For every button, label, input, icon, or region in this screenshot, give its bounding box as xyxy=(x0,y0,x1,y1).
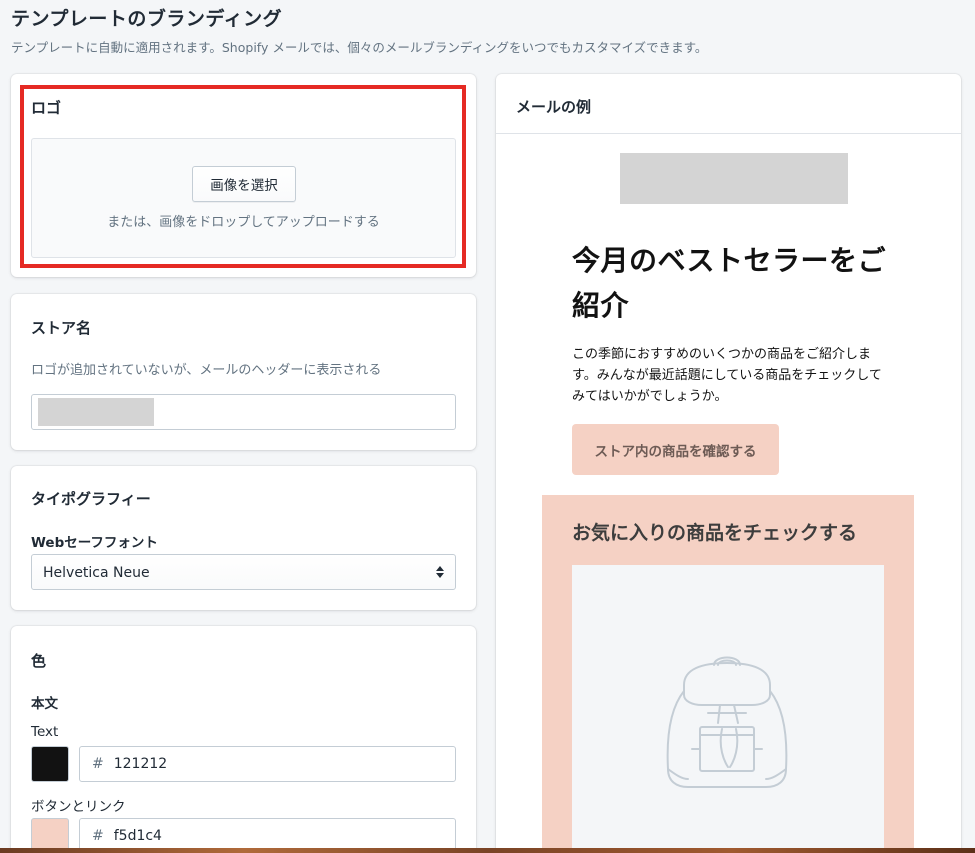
drop-hint: または、画像をドロップしてアップロードする xyxy=(107,215,380,230)
color-heading: 色 xyxy=(31,652,47,670)
page-header: テンプレートのブランディング テンプレートに自動に適用されます。Shopify … xyxy=(11,4,707,56)
font-select-value: Helvetica Neue xyxy=(43,565,150,581)
store-name-card: ストア名 ロゴが追加されていないが、メールのヘッダーに表示される xyxy=(11,294,476,450)
hash-prefix: # xyxy=(92,756,104,772)
preview-logo-placeholder xyxy=(620,153,848,204)
featured-title: お気に入りの商品をチェックする xyxy=(572,522,858,544)
store-name-heading: ストア名 xyxy=(31,319,92,337)
redacted-store-name xyxy=(38,398,154,426)
store-name-help: ロゴが追加されていないが、メールのヘッダーに表示される xyxy=(31,363,382,378)
font-select[interactable]: Helvetica Neue xyxy=(31,554,456,590)
text-color-input[interactable]: #121212 xyxy=(79,746,456,782)
store-name-input[interactable] xyxy=(31,394,456,430)
preview-body: この季節におすすめのいくつかの商品をご紹介します。みんなが最近話題にしている商品… xyxy=(572,347,882,404)
typography-heading: タイポグラフィー xyxy=(31,490,151,508)
button-color-label: ボタンとリンク xyxy=(31,799,126,815)
bottom-strip xyxy=(0,848,975,853)
color-card: 色 本文 Text #121212 ボタンとリンク # f5d1c4 xyxy=(11,626,476,853)
featured-section: お気に入りの商品をチェックする xyxy=(542,495,914,853)
select-image-button[interactable]: 画像を選択 xyxy=(192,166,296,202)
text-color-label: Text xyxy=(31,724,59,740)
preview-header: メールの例 xyxy=(496,74,961,134)
product-image xyxy=(572,565,884,853)
preview-cta-button: ストア内の商品を確認する xyxy=(572,424,779,475)
select-arrows-icon xyxy=(436,566,444,578)
font-label: Webセーフフォント xyxy=(31,535,158,551)
logo-dropzone[interactable]: 画像を選択 または、画像をドロップしてアップロードする xyxy=(31,138,456,258)
page-subtitle: テンプレートに自動に適用されます。Shopify メールでは、個々のメールブラン… xyxy=(11,40,708,55)
text-color-swatch[interactable] xyxy=(31,746,69,782)
preview-headline: 今月のベストセラーをご紹介 xyxy=(572,244,887,322)
backpack-icon xyxy=(666,656,788,788)
body-section-label: 本文 xyxy=(31,696,58,712)
button-color-value: f5d1c4 xyxy=(113,828,162,844)
email-preview-card: メールの例 今月のベストセラーをご紹介 この季節におすすめのいくつかの商品をご紹… xyxy=(496,74,961,853)
page-title: テンプレートのブランディング xyxy=(11,8,283,30)
typography-card: タイポグラフィー Webセーフフォント Helvetica Neue xyxy=(11,466,476,610)
logo-card: ロゴ 画像を選択 または、画像をドロップしてアップロードする xyxy=(11,74,476,277)
logo-heading: ロゴ xyxy=(31,99,62,117)
preview-heading: メールの例 xyxy=(516,98,592,116)
text-color-value: 121212 xyxy=(113,756,168,772)
hash-prefix: # xyxy=(92,828,104,844)
